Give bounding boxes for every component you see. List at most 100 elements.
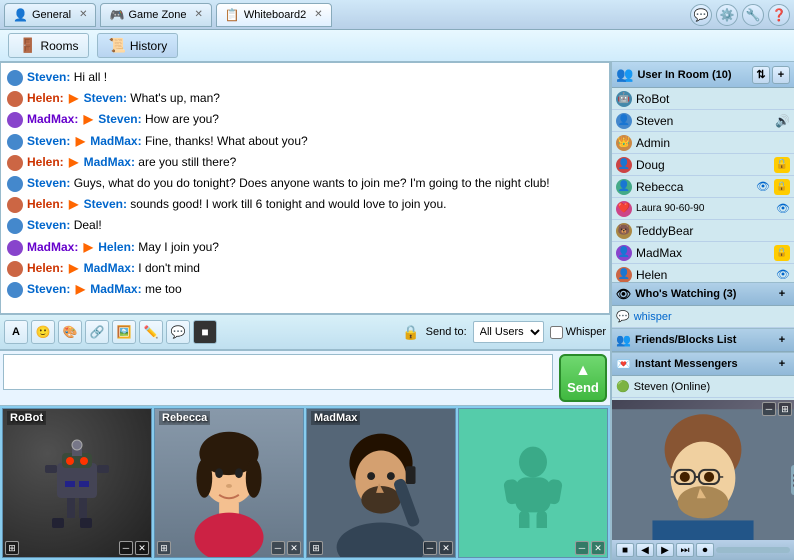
volume-slider[interactable] bbox=[716, 547, 790, 553]
prev-btn[interactable]: ◀ bbox=[636, 543, 654, 557]
vid-close-robot[interactable]: ✕ bbox=[135, 541, 149, 555]
font-tool[interactable]: A bbox=[4, 320, 28, 344]
webcam-controls: ─ ⊞ bbox=[762, 402, 792, 416]
chat-input[interactable] bbox=[3, 354, 553, 390]
watching-expand-btn[interactable]: + bbox=[774, 286, 790, 302]
user-laura[interactable]: ❤️ Laura 90-60-90 👁 bbox=[612, 198, 794, 220]
chat-message: Steven: Hi all ! bbox=[7, 67, 603, 88]
chat-message: Helen: ▶ Steven: What's up, man? bbox=[7, 88, 603, 109]
black-tool[interactable]: ■ bbox=[193, 320, 217, 344]
header-buttons: ⇅ + bbox=[752, 66, 790, 84]
user-list: 🤖 RoBot 👤 Steven 🔊 👑 Admin 👤 Doug 🔒 👤 Re… bbox=[612, 88, 794, 282]
badge-madmax: 🔒 bbox=[774, 245, 790, 261]
play-btn[interactable]: ▶ bbox=[656, 543, 674, 557]
user-madmax[interactable]: 👤 MadMax 🔒 bbox=[612, 242, 794, 264]
friends-icon: 👥 bbox=[616, 333, 631, 347]
stop-btn[interactable]: ■ bbox=[616, 543, 634, 557]
video-title-rebecca: Rebecca bbox=[159, 411, 210, 425]
tools-btn[interactable]: 🔧 bbox=[742, 4, 764, 26]
chat-input-row: ▲ Send bbox=[0, 350, 610, 405]
whisper-checkbox[interactable] bbox=[550, 326, 563, 339]
send-button[interactable]: ▲ Send bbox=[559, 354, 607, 402]
video-title-robot: RoBot bbox=[7, 411, 46, 425]
user-admin[interactable]: 👑 Admin bbox=[612, 132, 794, 154]
nav-bar: 🚪 Rooms 📜 History bbox=[0, 30, 794, 62]
next-btn[interactable]: ⏭ bbox=[676, 543, 694, 557]
chat-message: Helen: ▶ MadMax: are you still there? bbox=[7, 152, 603, 173]
send-to-select[interactable]: All Users bbox=[473, 321, 544, 343]
help-btn[interactable]: ❓ bbox=[768, 4, 790, 26]
speaker-icon-steven: 🔊 bbox=[775, 114, 790, 128]
online-status[interactable]: 🟢 Steven (Online) bbox=[612, 376, 794, 398]
tabs-bar: 👤 General ✕ 🎮 Game Zone ✕ 📋 Whiteboard2 … bbox=[0, 0, 794, 30]
user-doug[interactable]: 👤 Doug 🔒 bbox=[612, 154, 794, 176]
whisper-label: Whisper bbox=[566, 326, 606, 338]
chat-icon-btn[interactable]: 💬 bbox=[690, 4, 712, 26]
video-thumb-ghost: ─ ✕ bbox=[458, 408, 608, 558]
vid-minimize[interactable]: ─ bbox=[119, 541, 133, 555]
chat-message: Steven: ▶ MadMax: Fine, thanks! What abo… bbox=[7, 131, 603, 152]
vid-close-ghost[interactable]: ✕ bbox=[591, 541, 605, 555]
user-robot[interactable]: 🤖 RoBot bbox=[612, 88, 794, 110]
user-teddybear[interactable]: 🐻 TeddyBear bbox=[612, 220, 794, 242]
chat-message: Steven: ▶ MadMax: me too bbox=[7, 279, 603, 300]
add-user-btn[interactable]: + bbox=[772, 66, 790, 84]
vid-expand-madmax[interactable]: ⊞ bbox=[309, 541, 323, 555]
tab-general[interactable]: 👤 General ✕ bbox=[4, 3, 96, 27]
tab-gamezone[interactable]: 🎮 Game Zone ✕ bbox=[100, 3, 211, 27]
rooms-button[interactable]: 🚪 Rooms bbox=[8, 33, 89, 58]
webcam-minimize[interactable]: ─ bbox=[762, 402, 776, 416]
eye-icon-rebecca: 👁 bbox=[756, 180, 770, 193]
user-steven[interactable]: 👤 Steven 🔊 bbox=[612, 110, 794, 132]
rec-btn[interactable]: ⏺ bbox=[696, 543, 714, 557]
link-tool[interactable]: 🔗 bbox=[85, 320, 109, 344]
send-label: Send bbox=[567, 380, 599, 395]
vid-expand-robot[interactable]: ⊞ bbox=[5, 541, 19, 555]
tab-whiteboard2[interactable]: 📋 Whiteboard2 ✕ bbox=[216, 3, 332, 27]
users-icon: 👥 bbox=[616, 66, 633, 83]
user-rebecca[interactable]: 👤 Rebecca 👁 🔒 bbox=[612, 176, 794, 198]
sort-btn[interactable]: ⇅ bbox=[752, 66, 770, 84]
edit-tool[interactable]: ✏️ bbox=[139, 320, 163, 344]
friends-label: Friends/Blocks List bbox=[635, 334, 736, 346]
chat-message: MadMax: ▶ Steven: How are you? bbox=[7, 109, 603, 130]
webcam-image bbox=[612, 400, 794, 560]
tab-close-gamezone[interactable]: ✕ bbox=[195, 9, 203, 20]
emoji-tool[interactable]: 🙂 bbox=[31, 320, 55, 344]
vid-expand-rebecca[interactable]: ⊞ bbox=[157, 541, 171, 555]
vid-minimize-madmax[interactable]: ─ bbox=[423, 541, 437, 555]
history-button[interactable]: 📜 History bbox=[97, 33, 178, 58]
send-to-label: Send to: bbox=[426, 326, 467, 338]
im-section[interactable]: 💌 Instant Messengers + bbox=[612, 352, 794, 376]
chat-tool[interactable]: 💬 bbox=[166, 320, 190, 344]
tab-close-general[interactable]: ✕ bbox=[79, 9, 87, 20]
user-in-room-header: 👥 User In Room (10) ⇅ + bbox=[612, 62, 794, 88]
tab-close-whiteboard2[interactable]: ✕ bbox=[314, 9, 322, 20]
user-count-label: User In Room (10) bbox=[637, 69, 731, 81]
chat-area[interactable]: Steven: Hi all !Helen: ▶ Steven: What's … bbox=[0, 62, 610, 314]
friends-expand-btn[interactable]: + bbox=[774, 332, 790, 348]
friends-section[interactable]: 👥 Friends/Blocks List + bbox=[612, 328, 794, 352]
image-tool[interactable]: 🖼️ bbox=[112, 320, 136, 344]
whisper-item[interactable]: 💬 whisper bbox=[612, 306, 794, 328]
settings-btn[interactable]: ⚙️ bbox=[716, 4, 738, 26]
send-area: 🔒 Send to: All Users Whisper bbox=[402, 321, 606, 343]
vid-close-madmax[interactable]: ✕ bbox=[439, 541, 453, 555]
vid-minimize-rebecca[interactable]: ─ bbox=[271, 541, 285, 555]
who-watching-section[interactable]: 👁 Who's Watching (3) + bbox=[612, 282, 794, 306]
color-tool[interactable]: 🎨 bbox=[58, 320, 82, 344]
top-buttons: 💬 ⚙️ 🔧 ❓ bbox=[690, 4, 790, 26]
user-helen[interactable]: 👤 Helen 👁 bbox=[612, 264, 794, 282]
whisper-check[interactable]: Whisper bbox=[550, 326, 606, 339]
video-thumb-robot: RoBot ─ ✕ ⊞ bbox=[2, 408, 152, 558]
video-title-madmax: MadMax bbox=[311, 411, 360, 425]
vid-minimize-ghost[interactable]: ─ bbox=[575, 541, 589, 555]
webcam-expand[interactable]: ⊞ bbox=[778, 402, 792, 416]
eye-icon-laura: 👁 bbox=[776, 202, 790, 215]
im-label: Instant Messengers bbox=[635, 358, 738, 370]
webcam-playbar: ■ ◀ ▶ ⏭ ⏺ bbox=[612, 540, 794, 560]
vid-close-rebecca[interactable]: ✕ bbox=[287, 541, 301, 555]
chat-toolbar: A 🙂 🎨 🔗 🖼️ ✏️ 💬 ■ 🔒 Send to: All Users W… bbox=[0, 314, 610, 350]
im-expand-btn[interactable]: + bbox=[774, 356, 790, 372]
who-watching-label: Who's Watching (3) bbox=[635, 288, 736, 300]
